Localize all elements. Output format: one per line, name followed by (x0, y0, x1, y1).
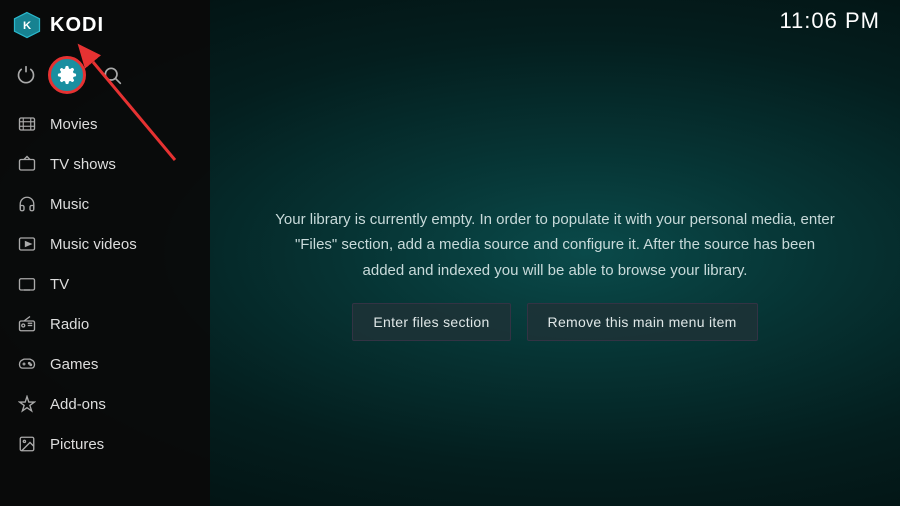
sidebar-item-radio[interactable]: Radio (0, 304, 210, 344)
app-title: KODI (50, 14, 104, 37)
tvshows-icon (16, 153, 38, 175)
sidebar-icon-row (0, 50, 210, 104)
sidebar-item-pictures[interactable]: Pictures (0, 424, 210, 464)
power-icon[interactable] (12, 61, 40, 89)
action-buttons: Enter files section Remove this main men… (352, 303, 757, 341)
sidebar-item-movies[interactable]: Movies (0, 104, 210, 144)
sidebar-item-addons[interactable]: Add-ons (0, 384, 210, 424)
sidebar-label-games: Games (50, 356, 98, 373)
sidebar-item-music[interactable]: Music (0, 184, 210, 224)
sidebar-label-addons: Add-ons (50, 396, 106, 413)
clock-display: 11:06 PM (779, 8, 880, 34)
sidebar-label-musicvideos: Music videos (50, 236, 137, 253)
music-icon (16, 193, 38, 215)
sidebar-item-musicvideos[interactable]: Music videos (0, 224, 210, 264)
nav-list: Movies TV shows Music Music videos TV Radio Ga… (0, 104, 210, 464)
sidebar-item-tv[interactable]: TV (0, 264, 210, 304)
games-icon (16, 353, 38, 375)
top-bar: 11:06 PM (210, 0, 900, 42)
sidebar-label-pictures: Pictures (50, 436, 104, 453)
sidebar-label-tvshows: TV shows (50, 156, 116, 173)
addons-icon (16, 393, 38, 415)
center-area: Your library is currently empty. In orde… (210, 42, 900, 506)
radio-icon (16, 313, 38, 335)
sidebar-header: K KODI (0, 0, 210, 50)
main-content: 11:06 PM Your library is currently empty… (210, 0, 900, 506)
sidebar-label-movies: Movies (50, 116, 98, 133)
pictures-icon (16, 433, 38, 455)
sidebar-item-tvshows[interactable]: TV shows (0, 144, 210, 184)
settings-button[interactable] (48, 56, 86, 94)
library-empty-message: Your library is currently empty. In orde… (275, 207, 835, 284)
movies-icon (16, 113, 38, 135)
svg-text:K: K (23, 20, 32, 32)
enter-files-button[interactable]: Enter files section (352, 303, 510, 341)
kodi-logo-icon: K (12, 10, 42, 40)
tv-icon (16, 273, 38, 295)
remove-menu-item-button[interactable]: Remove this main menu item (527, 303, 758, 341)
sidebar: K KODI Movies TV shows Music Music videos TV… (0, 0, 210, 506)
sidebar-label-radio: Radio (50, 316, 89, 333)
search-icon[interactable] (98, 61, 126, 89)
sidebar-item-games[interactable]: Games (0, 344, 210, 384)
sidebar-label-tv: TV (50, 276, 69, 293)
sidebar-label-music: Music (50, 196, 89, 213)
musicvideos-icon (16, 233, 38, 255)
